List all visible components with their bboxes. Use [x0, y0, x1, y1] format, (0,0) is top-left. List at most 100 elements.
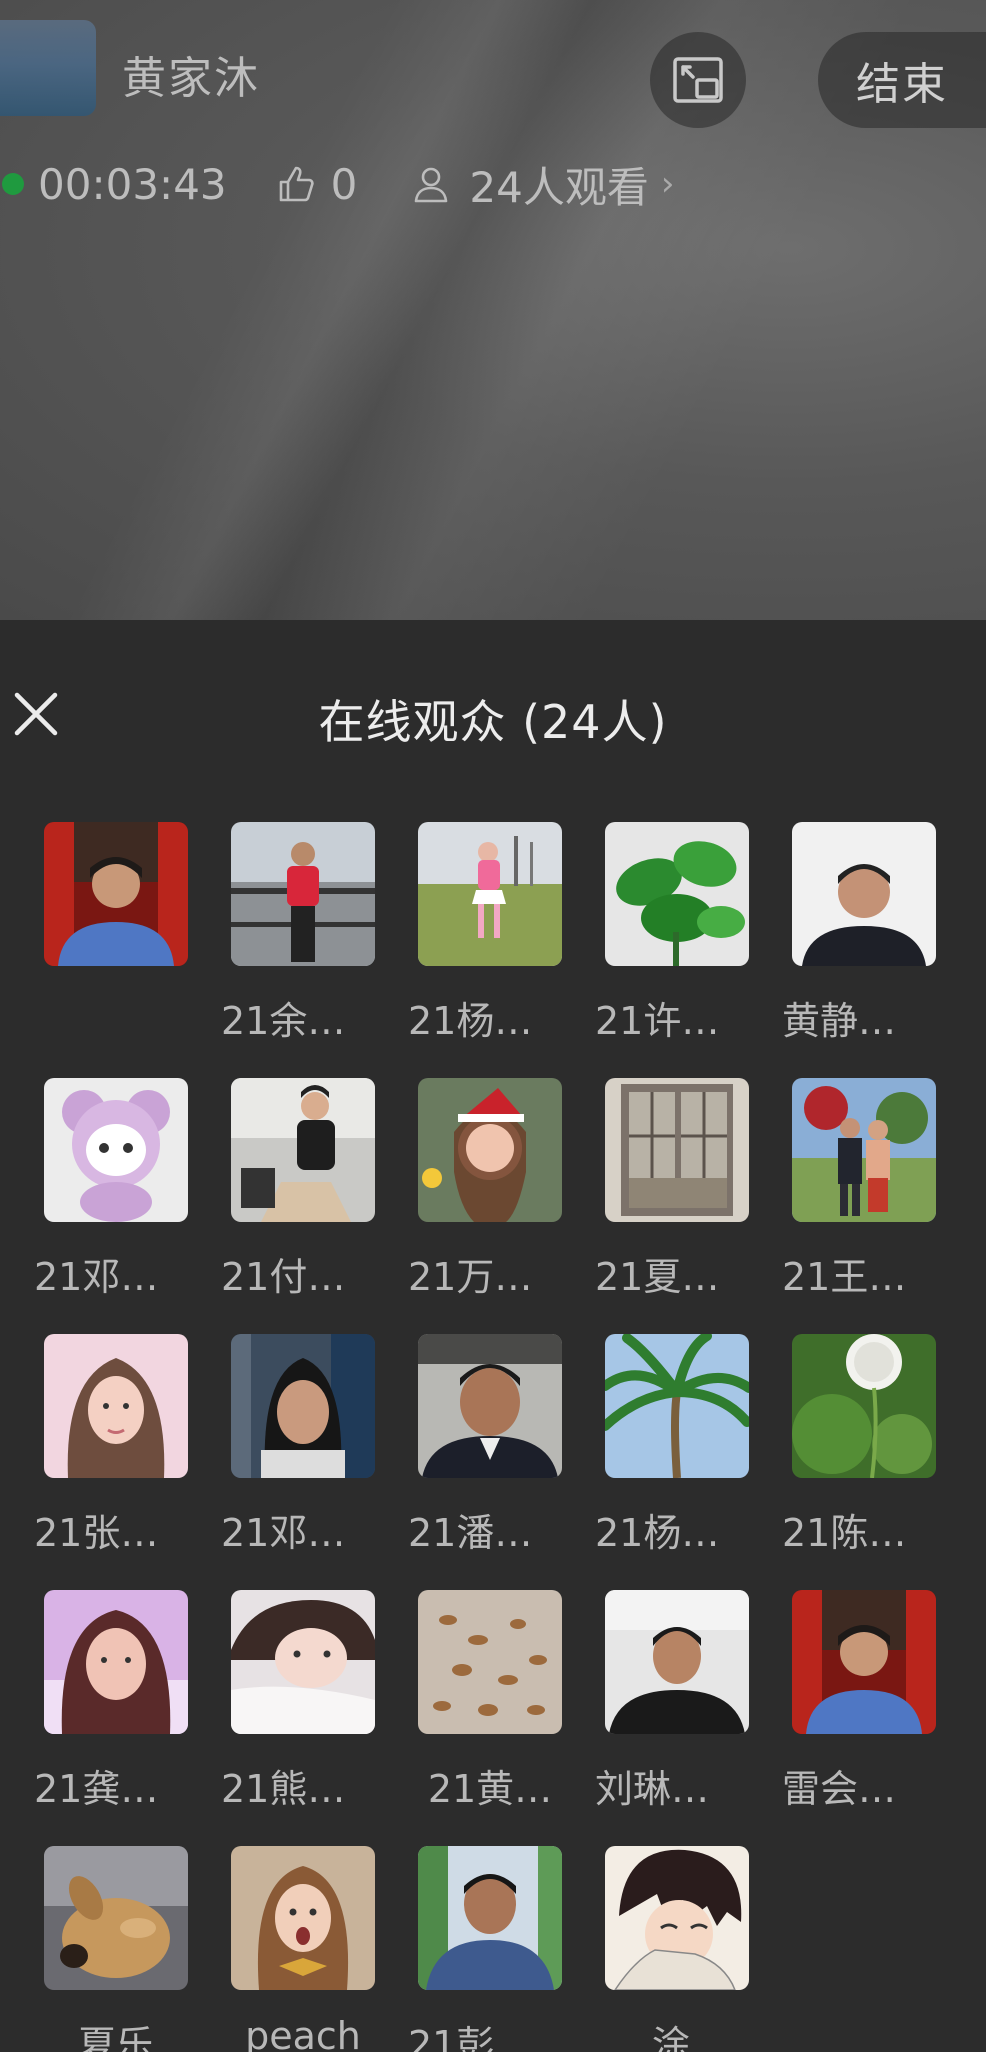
audience-avatar[interactable] [44, 1846, 188, 1990]
avatar-image [605, 1334, 749, 1478]
audience-member[interactable]: 21张… [34, 1334, 188, 1590]
live-duration: 00:03:43 [38, 159, 227, 209]
audience-member[interactable]: 21熊… [221, 1590, 375, 1846]
audience-member[interactable]: 21余… [221, 822, 375, 1078]
audience-member[interactable]: 21龚… [34, 1590, 188, 1846]
avatar-image [792, 1590, 936, 1734]
avatar-image [231, 1846, 375, 1990]
avatar-image [231, 1334, 375, 1478]
audience-name: 21张… [34, 1511, 159, 1555]
audience-avatar[interactable] [605, 1590, 749, 1734]
audience-avatar[interactable] [418, 1590, 562, 1734]
audience-grid: 21余… 21杨… 21许… 黄静… 21邓… 21付… 21万… 21夏… 21王… 21张… 2… [34, 822, 936, 2052]
audience-member[interactable]: 雷会… [782, 1590, 936, 1846]
audience-name: 21杨… [408, 999, 533, 1043]
host-avatar[interactable] [0, 20, 96, 116]
audience-avatar[interactable] [605, 1846, 749, 1990]
audience-member[interactable]: 21万… [408, 1078, 562, 1334]
audience-name: 21王… [782, 1255, 907, 1299]
audience-avatar[interactable] [792, 1334, 936, 1478]
audience-member[interactable]: 刘琳… [595, 1590, 749, 1846]
audience-avatar[interactable] [418, 1334, 562, 1478]
viewer-count-label: 24人观看 [469, 162, 649, 212]
audience-name: 刘琳… [595, 1767, 710, 1811]
audience-name: 21邓… [221, 1511, 346, 1555]
avatar-image [605, 1846, 749, 1990]
audience-name: 21付… [221, 1255, 346, 1299]
audience-member[interactable]: 黄静… [782, 822, 936, 1078]
avatar-image [418, 1846, 562, 1990]
audience-member[interactable]: 21邓… [221, 1334, 375, 1590]
audience-member[interactable]: 21付… [221, 1078, 375, 1334]
audience-name: 21万… [408, 1255, 533, 1299]
audience-member[interactable]: 21黄… [418, 1590, 562, 1846]
avatar-image [605, 1590, 749, 1734]
audience-avatar[interactable] [44, 1590, 188, 1734]
audience-member[interactable]: 21许… [595, 822, 749, 1078]
audience-member[interactable]: 21夏… [595, 1078, 749, 1334]
audience-avatar[interactable] [418, 822, 562, 966]
audience-name: 21余… [221, 999, 346, 1043]
live-stream-screen: 黄家沐 结束 00:03:43 0 24人观看 › 在线观众 (24人) 21余… [0, 0, 986, 2052]
like-count-value: 0 [330, 159, 358, 209]
avatar-image [231, 822, 375, 966]
avatar-image [44, 1590, 188, 1734]
chevron-right-icon: › [660, 164, 675, 204]
audience-avatar[interactable] [605, 822, 749, 966]
avatar-image [418, 1078, 562, 1222]
picture-in-picture-button[interactable] [650, 32, 746, 128]
audience-avatar[interactable] [231, 822, 375, 966]
audience-avatar[interactable] [792, 822, 936, 966]
audience-member[interactable]: 21王… [782, 1078, 936, 1334]
audience-member[interactable]: 涂. [605, 1846, 749, 2052]
person-icon [415, 167, 448, 203]
end-live-button[interactable]: 结束 [818, 32, 986, 128]
audience-name: peach [245, 2014, 361, 2052]
audience-member[interactable]: 21彭… [408, 1846, 562, 2052]
audience-name: 21潘… [408, 1511, 533, 1555]
audience-member[interactable]: 21陈… [782, 1334, 936, 1590]
audience-member[interactable]: 21杨… [595, 1334, 749, 1590]
avatar-image [44, 1334, 188, 1478]
audience-avatar[interactable] [792, 1078, 936, 1222]
audience-member[interactable]: 21潘… [408, 1334, 562, 1590]
audience-member[interactable] [44, 822, 188, 1078]
audience-avatar[interactable] [605, 1078, 749, 1222]
audience-avatar[interactable] [231, 1078, 375, 1222]
audience-avatar[interactable] [605, 1334, 749, 1478]
panel-title: 在线观众 (24人) [318, 695, 668, 749]
audience-avatar[interactable] [231, 1334, 375, 1478]
avatar-image [792, 822, 936, 966]
audience-name: 雷会… [782, 1767, 897, 1811]
audience-name: 21夏… [595, 1255, 720, 1299]
audience-member[interactable]: 夏乐 [44, 1846, 188, 2052]
audience-avatar[interactable] [792, 1590, 936, 1734]
audience-name: 21陈… [782, 1511, 907, 1555]
audience-avatar[interactable] [231, 1846, 375, 1990]
avatar-image [231, 1590, 375, 1734]
audience-name: 21杨… [595, 1511, 720, 1555]
audience-member[interactable]: 21邓… [34, 1078, 188, 1334]
audience-name: 21彭… [408, 2023, 533, 2052]
audience-name: 21邓… [34, 1255, 159, 1299]
avatar-image [44, 1078, 188, 1222]
audience-member[interactable]: 21杨… [408, 822, 562, 1078]
audience-name: 21熊… [221, 1767, 346, 1811]
audience-avatar[interactable] [231, 1590, 375, 1734]
audience-avatar[interactable] [44, 1334, 188, 1478]
audience-avatar[interactable] [418, 1846, 562, 1990]
viewer-count[interactable]: 24人观看 › [411, 154, 674, 215]
avatar-image [44, 822, 188, 966]
avatar-image [792, 1334, 936, 1478]
live-video-area: 黄家沐 结束 00:03:43 0 24人观看 › [0, 0, 986, 620]
audience-avatar[interactable] [418, 1078, 562, 1222]
picture-in-picture-icon [673, 57, 723, 103]
host-name: 黄家沐 [122, 53, 260, 104]
audience-member[interactable]: peach [231, 1846, 375, 2052]
avatar-image [605, 1078, 749, 1222]
audience-name: 黄静… [782, 999, 897, 1043]
avatar-image [418, 1590, 562, 1734]
audience-avatar[interactable] [44, 822, 188, 966]
audience-avatar[interactable] [44, 1078, 188, 1222]
audience-name: 夏乐 [77, 2023, 154, 2052]
